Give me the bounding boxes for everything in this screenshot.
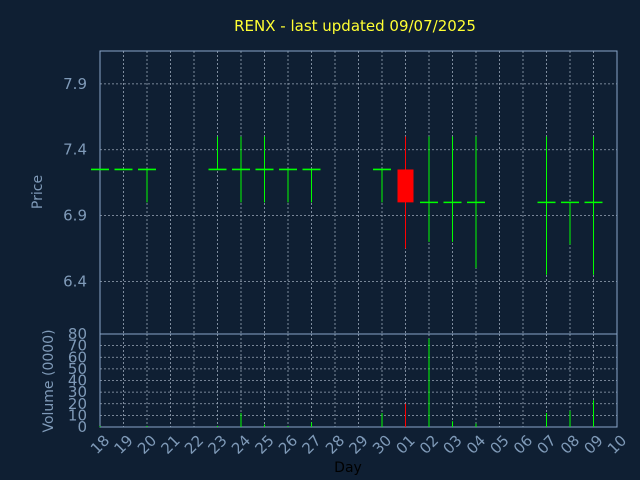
x-axis-label: Day xyxy=(334,460,362,476)
price-tick-label: 6.9 xyxy=(63,207,87,225)
x-tick-label: 01 xyxy=(393,432,419,458)
x-tick-label: 02 xyxy=(416,432,442,458)
x-tick-label: 30 xyxy=(369,432,395,458)
x-tick-label: 20 xyxy=(134,432,160,458)
x-tick-label: 04 xyxy=(463,432,489,458)
x-tick-label: 09 xyxy=(581,432,607,458)
x-tick-label: 07 xyxy=(534,432,560,458)
x-tick-label: 29 xyxy=(346,432,372,458)
x-tick-label: 03 xyxy=(440,432,466,458)
x-tick-label: 21 xyxy=(158,432,184,458)
candle-body-01 xyxy=(397,169,414,203)
x-tick-label: 10 xyxy=(604,432,630,458)
x-tick-label: 25 xyxy=(252,432,278,458)
price-tick-label: 6.4 xyxy=(63,272,87,290)
x-tick-label: 08 xyxy=(557,432,583,458)
stock-chart: RENX - last updated 09/07/2025 Price Vol… xyxy=(30,17,630,476)
x-tick-labels: 1819202122232425262728293001020304050607… xyxy=(87,432,630,458)
volume-tick-label: 80 xyxy=(68,325,87,343)
chart-title: RENX - last updated 09/07/2025 xyxy=(234,17,476,35)
x-tick-label: 28 xyxy=(322,432,348,458)
x-tick-label: 06 xyxy=(510,432,536,458)
x-tick-label: 24 xyxy=(228,432,254,458)
price-panel: 6.4 6.9 7.4 7.9 xyxy=(63,50,618,335)
volume-panel: 01020304050607080 xyxy=(68,325,618,436)
x-tick-label: 05 xyxy=(487,432,513,458)
volume-axis-label: Volume (0000) xyxy=(41,329,57,432)
x-tick-label: 27 xyxy=(299,432,325,458)
price-tick-label: 7.9 xyxy=(63,75,87,93)
price-axis-label: Price xyxy=(30,175,46,209)
x-tick-label: 19 xyxy=(111,432,137,458)
x-tick-label: 18 xyxy=(87,432,113,458)
x-tick-label: 22 xyxy=(181,432,207,458)
x-tick-label: 23 xyxy=(205,432,231,458)
x-tick-label: 26 xyxy=(275,432,301,458)
price-tick-label: 7.4 xyxy=(63,141,87,159)
